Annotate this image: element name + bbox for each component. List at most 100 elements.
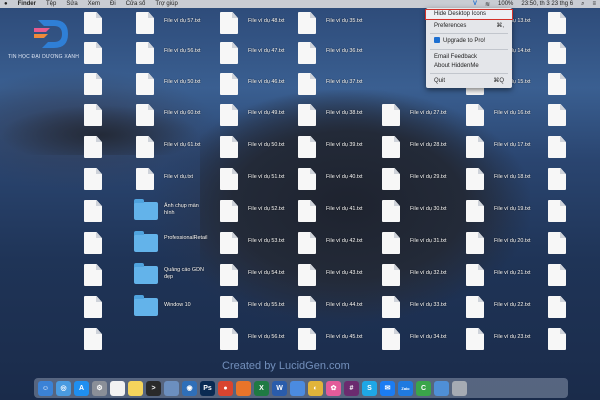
desktop-file[interactable]: File ví dụ 20.txt [466, 232, 556, 256]
excel-icon[interactable]: X [254, 380, 269, 396]
menu-edit[interactable]: Sửa [66, 1, 77, 7]
menu-help[interactable]: Trợ giúp [155, 1, 177, 7]
office-icon[interactable] [236, 380, 251, 396]
desktop-file[interactable] [548, 232, 600, 256]
clock[interactable]: 23:50, th 3 23 thg 6 [521, 1, 573, 7]
battery-percent[interactable]: 100% [498, 1, 513, 7]
desktop-file[interactable]: File ví dụ 32.txt [382, 264, 472, 288]
desktop-file[interactable]: File ví dụ 60.txt [136, 104, 226, 128]
desktop-file[interactable]: File ví dụ 23.txt [466, 328, 556, 352]
desktop-file[interactable]: File ví dụ 45.txt [298, 328, 388, 352]
desktop-file[interactable]: File ví dụ 53.txt [220, 232, 310, 256]
desktop-file[interactable]: File ví dụ 28.txt [382, 136, 472, 160]
desktop-file[interactable]: File ví dụ 41.txt [298, 200, 388, 224]
desktop-file[interactable]: File ví dụ 35.txt [298, 12, 388, 36]
desktop-file[interactable] [548, 12, 600, 36]
desktop-file[interactable]: File ví dụ 34.txt [382, 328, 472, 352]
desktop-file[interactable]: File ví dụ 56.txt [220, 328, 310, 352]
menu-item-about[interactable]: About HiddenMe [426, 62, 512, 71]
desktop-file[interactable] [548, 73, 600, 97]
desktop-file[interactable]: File ví dụ 39.txt [298, 136, 388, 160]
desktop-file[interactable]: File ví dụ 52.txt [220, 200, 310, 224]
apple-menu-icon[interactable]: ● [4, 1, 8, 7]
desktop-file[interactable]: File ví dụ 61.txt [136, 136, 226, 160]
search-icon[interactable]: ⌕ [581, 1, 584, 8]
preview-icon[interactable] [164, 380, 179, 396]
desktop-file[interactable]: File ví dụ 22.txt [466, 296, 556, 320]
desktop-file[interactable]: File ví dụ 43.txt [298, 264, 388, 288]
menu-item-email-feedback[interactable]: Email Feedback [426, 53, 512, 62]
menu-view[interactable]: Xem [88, 1, 100, 7]
terminal-icon[interactable]: > [146, 380, 161, 396]
trash-icon[interactable] [452, 380, 467, 396]
desktop-file[interactable]: File ví dụ 56.txt [136, 42, 226, 66]
desktop-file[interactable]: File ví dụ 29.txt [382, 168, 472, 192]
desktop-file[interactable]: File ví dụ 17.txt [466, 136, 556, 160]
photos-icon[interactable]: ✿ [326, 380, 341, 396]
desktop-file[interactable]: File ví dụ 42.txt [298, 232, 388, 256]
desktop-file[interactable]: File ví dụ 55.txt [220, 296, 310, 320]
desktop-file[interactable] [548, 104, 600, 128]
desktop-file[interactable]: File ví dụ 40.txt [298, 168, 388, 192]
desktop-file[interactable]: File ví dụ.txt [136, 168, 226, 192]
app-store-icon[interactable]: A [74, 380, 89, 396]
menu-item-hide-desktop-icons[interactable]: Hide Desktop Icons [425, 9, 513, 20]
desktop-file[interactable]: File ví dụ 36.txt [298, 42, 388, 66]
desktop-file[interactable] [548, 296, 600, 320]
system-preferences-icon[interactable]: ⚙ [92, 380, 107, 396]
desktop-file[interactable]: File ví dụ 38.txt [298, 104, 388, 128]
desktop-file[interactable]: File ví dụ 57.txt [136, 12, 226, 36]
menu-item-quit[interactable]: Quit ⌘Q [426, 77, 512, 86]
desktop-file[interactable] [548, 168, 600, 192]
desktop-file[interactable] [548, 136, 600, 160]
word-icon[interactable]: W [272, 380, 287, 396]
desktop-file[interactable]: File ví dụ 48.txt [220, 12, 310, 36]
zalo-icon[interactable]: Zalo [398, 380, 413, 396]
hiddenme-status-icon[interactable]: V [473, 1, 477, 7]
desktop-folder[interactable]: Window 10 [134, 295, 226, 320]
migration-icon[interactable]: ◉ [182, 380, 197, 396]
desktop-file[interactable]: File ví dụ 30.txt [382, 200, 472, 224]
messenger-icon[interactable]: ✉ [380, 380, 395, 396]
chrome-icon[interactable]: ◐ [308, 380, 323, 396]
desktop-file[interactable]: File ví dụ 50.txt [220, 136, 310, 160]
wifi-icon[interactable]: ≋ [485, 1, 490, 8]
desktop-folder[interactable]: ProfessionalRetail [134, 231, 226, 256]
desktop-file[interactable]: File ví dụ 33.txt [382, 296, 472, 320]
control-center-icon[interactable]: ≡ [592, 1, 596, 7]
desktop-file[interactable]: File ví dụ 44.txt [298, 296, 388, 320]
menu-finder[interactable]: Finder [18, 1, 36, 7]
desktop-file[interactable] [548, 328, 600, 352]
desktop-file[interactable]: File ví dụ 49.txt [220, 104, 310, 128]
menu-item-preferences[interactable]: Preferences ⌘, [426, 22, 512, 31]
desktop-file[interactable] [548, 42, 600, 66]
menu-item-upgrade[interactable]: Upgrade to Pro! [426, 37, 512, 46]
desktop-file[interactable]: File ví dụ 50.txt [136, 73, 226, 97]
desktop-file[interactable] [548, 200, 600, 224]
safari-icon[interactable]: ◎ [56, 380, 71, 396]
desktop-file[interactable]: File ví dụ 47.txt [220, 42, 310, 66]
menu-window[interactable]: Cửa sổ [126, 1, 146, 7]
notes-icon[interactable] [128, 380, 143, 396]
camtasia-icon[interactable]: C [416, 380, 431, 396]
desktop-file[interactable]: File ví dụ 19.txt [466, 200, 556, 224]
desktop-file[interactable]: File ví dụ 21.txt [466, 264, 556, 288]
desktop-folder[interactable]: Quảng cáo GDN đẹp [134, 263, 226, 288]
photoshop-icon[interactable]: Ps [200, 380, 215, 396]
desktop-file[interactable]: File ví dụ 51.txt [220, 168, 310, 192]
slack-icon[interactable]: # [344, 380, 359, 396]
desktop-file[interactable]: File ví dụ 37.txt [298, 73, 388, 97]
finder-icon[interactable]: ☺ [38, 380, 53, 396]
desktop-file[interactable] [84, 328, 174, 352]
desktop-file[interactable]: File ví dụ 54.txt [220, 264, 310, 288]
desktop-file[interactable]: File ví dụ 46.txt [220, 73, 310, 97]
desktop-file[interactable]: File ví dụ 16.txt [466, 104, 556, 128]
skype-icon[interactable]: S [362, 380, 377, 396]
menu-file[interactable]: Tệp [46, 1, 56, 7]
desktop-folder[interactable]: Ảnh chụp màn hình [134, 199, 226, 224]
finder-folder-icon[interactable] [434, 380, 449, 396]
screen-recorder-icon[interactable]: ● [218, 380, 233, 396]
menu-go[interactable]: Đi [110, 1, 116, 7]
calendar-icon[interactable] [110, 380, 125, 396]
desktop-file[interactable]: File ví dụ 18.txt [466, 168, 556, 192]
